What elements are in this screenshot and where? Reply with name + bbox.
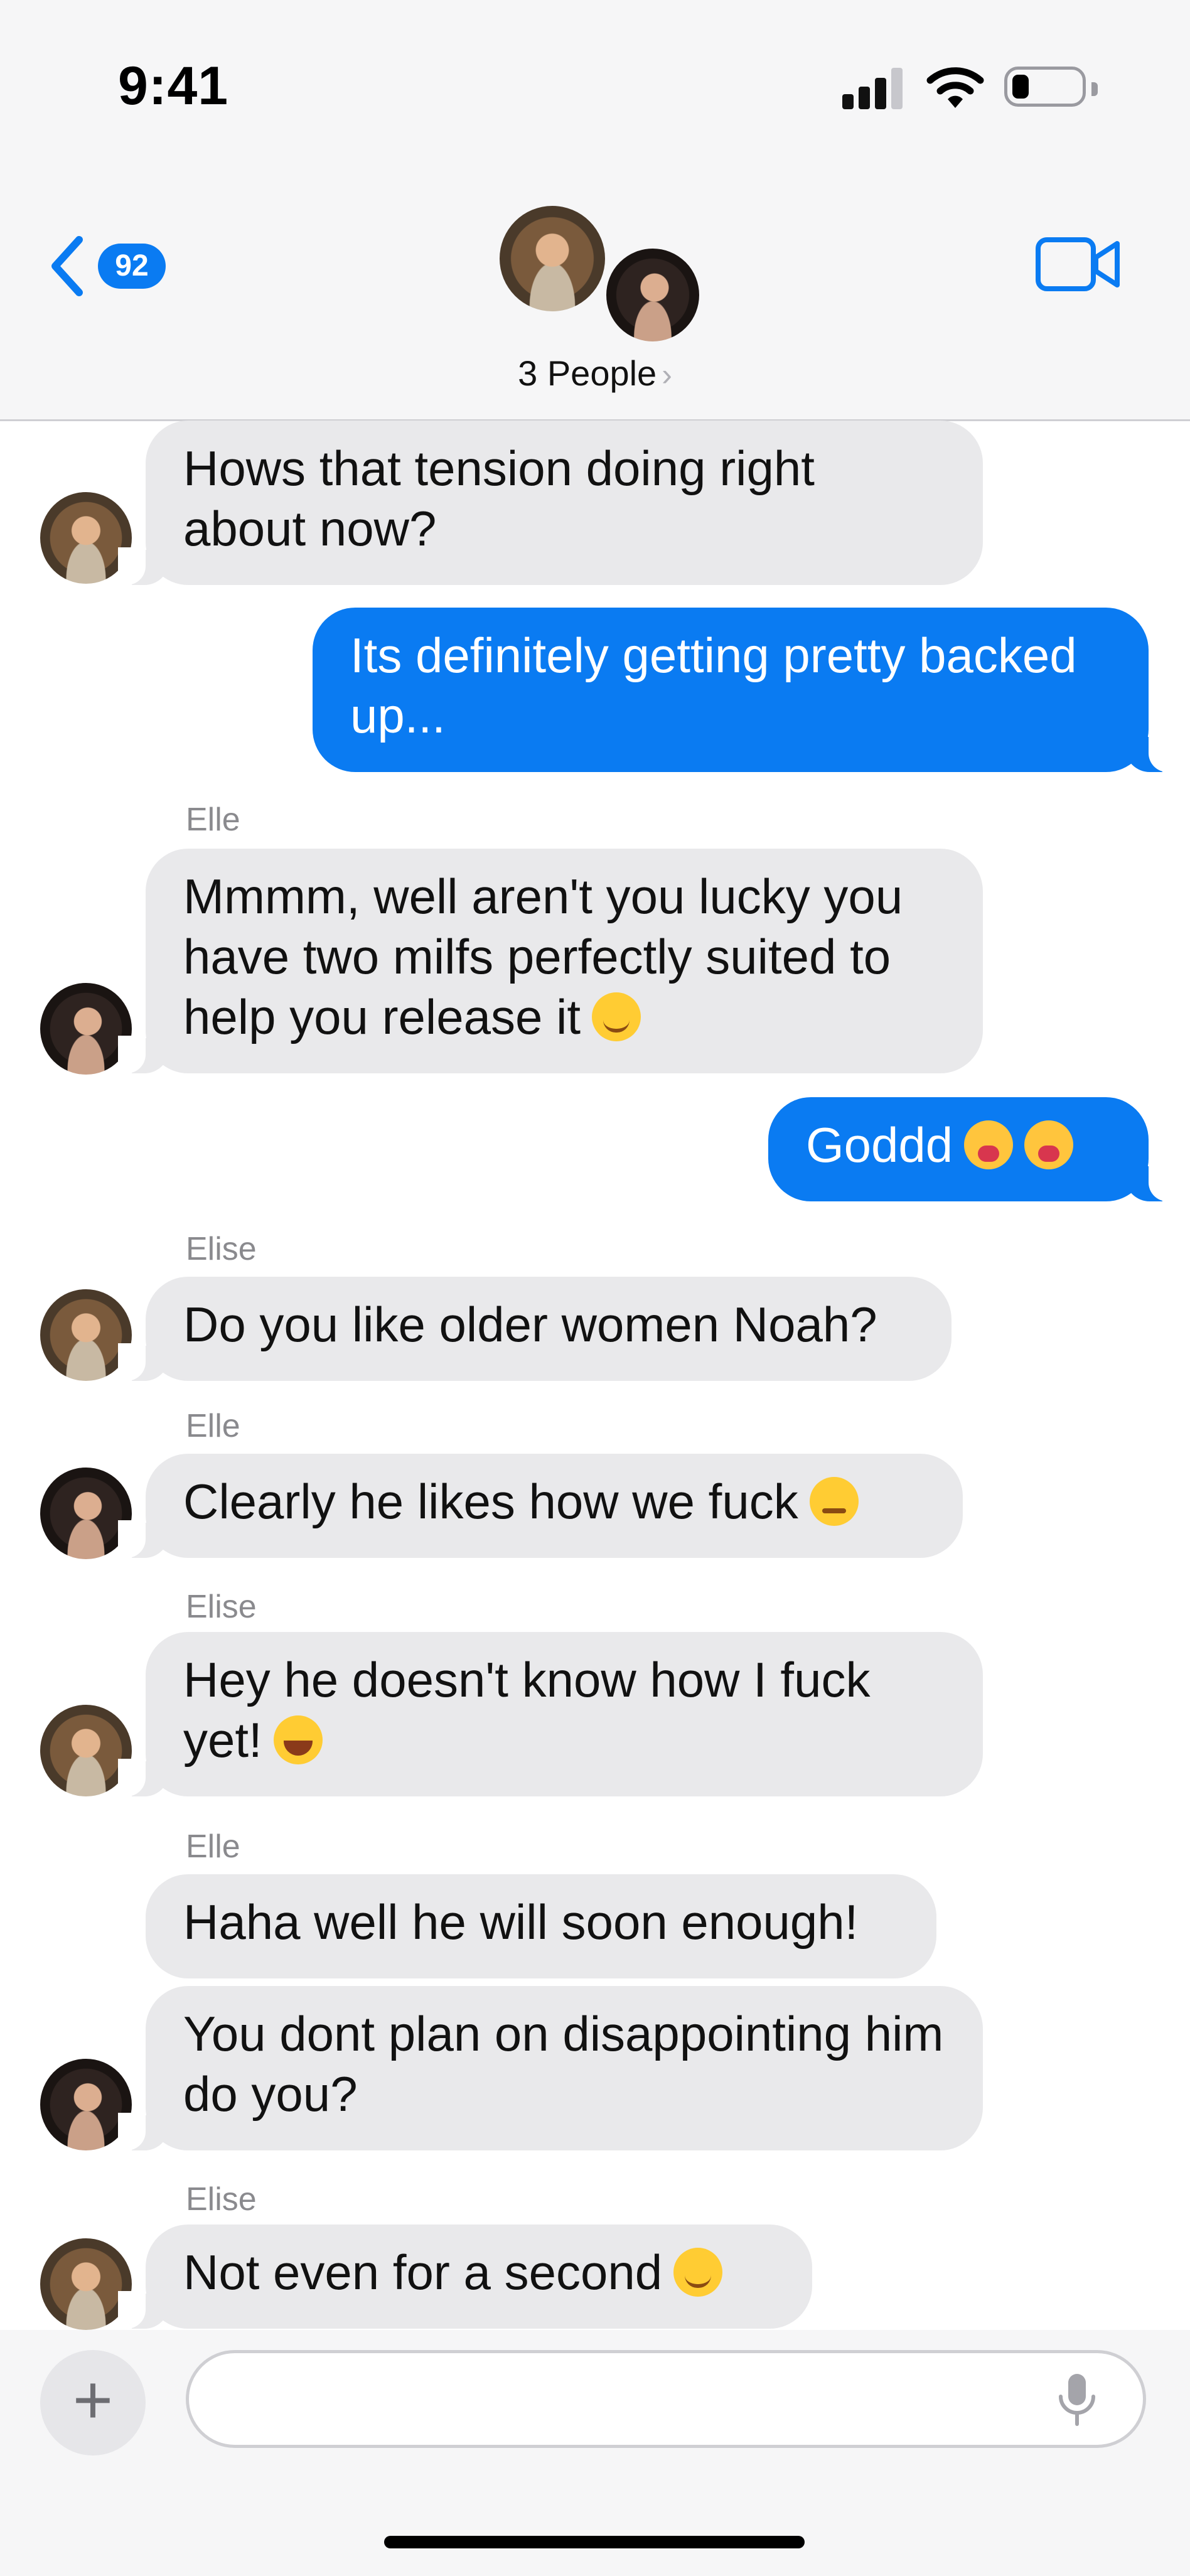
cellular-signal-icon [842, 68, 905, 109]
plus-icon: + [72, 2361, 114, 2439]
video-camera-icon[interactable] [1036, 236, 1121, 292]
tired-face-emoji [1024, 1120, 1074, 1169]
tears-of-joy-emoji [273, 1715, 323, 1764]
conversation-title[interactable]: 3 People › [477, 353, 713, 394]
group-avatar-elise[interactable] [500, 206, 605, 311]
rolling-eyes-emoji [809, 1477, 859, 1526]
back-chevron-icon [51, 236, 83, 296]
sender-name: Elise [186, 2181, 257, 2218]
wifi-icon [926, 67, 984, 108]
message-bubble-outgoing[interactable]: Goddd [768, 1097, 1176, 1201]
chevron-right-icon: › [662, 357, 672, 392]
smirking-face-emoji [592, 992, 641, 1041]
message-bubble-incoming[interactable]: Hey he doesn't know how I fuck yet! [118, 1632, 983, 1796]
unread-count-badge: 92 [98, 244, 166, 289]
message-text: Its definitely getting pretty backed up.… [350, 628, 1077, 743]
sender-name: Elise [186, 1231, 257, 1267]
conversation-title-text: 3 People [518, 353, 657, 393]
smirking-face-emoji [673, 2248, 723, 2297]
navigation-header: 9:41 92 3 People › [0, 0, 1190, 421]
sender-name: Elle [186, 1408, 240, 1444]
message-text: You dont plan on disappointing him do yo… [183, 2006, 944, 2122]
battery-icon [1004, 67, 1098, 107]
message-bubble-incoming[interactable]: Do you like older women Noah? [118, 1277, 951, 1381]
sender-name: Elle [186, 802, 240, 838]
sender-name: Elise [186, 1589, 257, 1625]
group-avatar-elle[interactable] [604, 246, 702, 344]
sender-name: Elle [186, 1828, 240, 1865]
home-indicator[interactable] [384, 2536, 805, 2548]
microphone-icon[interactable] [1054, 2371, 1100, 2429]
message-text: Not even for a second [183, 2245, 663, 2300]
message-text: Do you like older women Noah? [183, 1297, 877, 1352]
message-bubble-incoming[interactable]: Hows that tension doing right about now? [118, 421, 983, 585]
plus-button[interactable]: + [40, 2350, 146, 2455]
tired-face-emoji [964, 1120, 1014, 1169]
message-bubble-outgoing[interactable]: Its definitely getting pretty backed up.… [313, 608, 1176, 772]
message-bubble-incoming[interactable]: Mmmm, well aren't you lucky you have two… [118, 849, 983, 1073]
message-text: Mmmm, well aren't you lucky you have two… [183, 869, 903, 1044]
message-bubble-incoming[interactable]: Clearly he likes how we fuck [118, 1454, 963, 1558]
message-input[interactable] [186, 2350, 1146, 2448]
message-text: Hows that tension doing right about now? [183, 441, 815, 556]
message-text: Goddd [806, 1117, 953, 1173]
message-bubble-incoming[interactable]: Not even for a second [118, 2224, 812, 2329]
message-text: Haha well he will soon enough! [183, 1894, 859, 1950]
message-bubble-incoming[interactable]: You dont plan on disappointing him do yo… [118, 1986, 983, 2150]
message-bubble-incoming[interactable]: Haha well he will soon enough! [146, 1874, 936, 1978]
status-time: 9:41 [118, 56, 229, 116]
back-button[interactable]: 92 [49, 232, 174, 300]
message-text: Clearly he likes how we fuck [183, 1474, 798, 1529]
